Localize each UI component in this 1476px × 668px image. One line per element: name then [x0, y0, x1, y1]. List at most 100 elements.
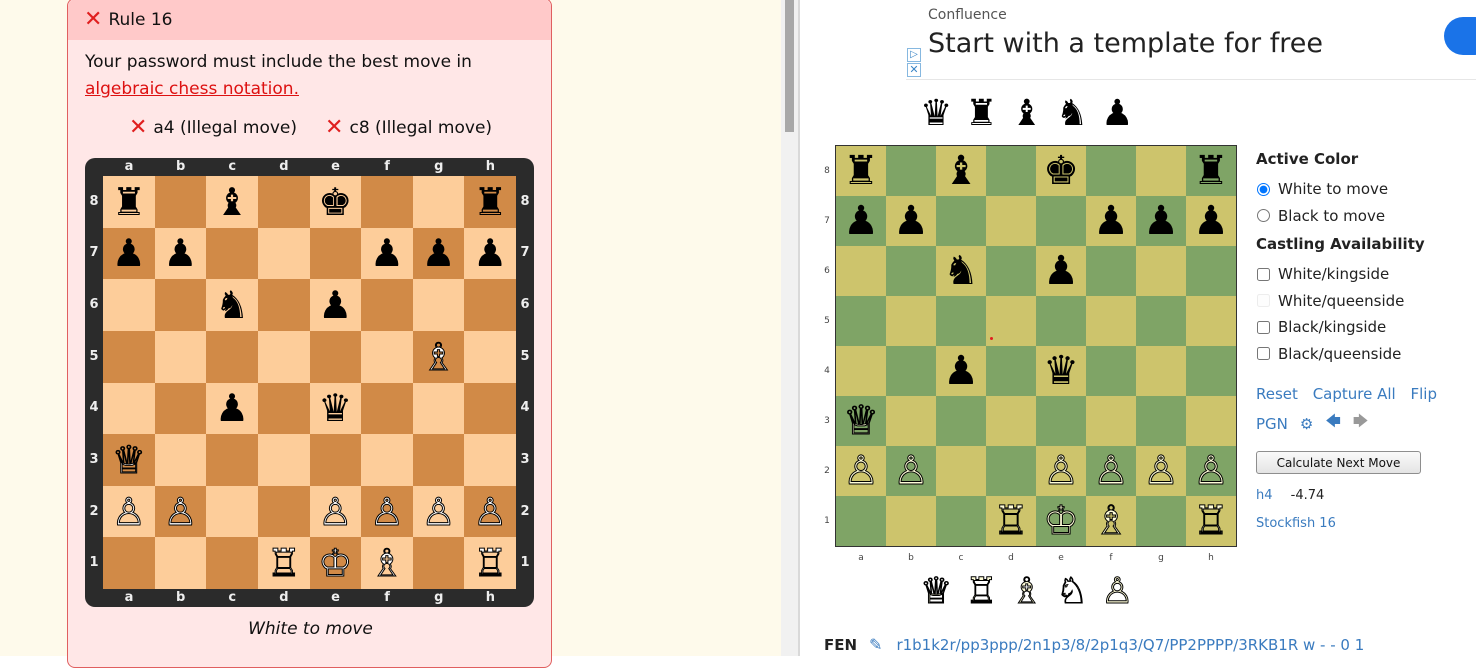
editor-square-a4[interactable] [836, 346, 886, 396]
editor-square-h8[interactable]: ♜ [1186, 146, 1236, 196]
square-h7[interactable]: ♟ [464, 227, 516, 280]
captured-piece-icon[interactable]: ♕ [919, 573, 952, 610]
editor-square-e1[interactable]: ♔ [1036, 496, 1086, 546]
captured-piece-icon[interactable]: ♜ [965, 96, 997, 132]
chess-piece-icon[interactable]: ♙ [1043, 451, 1080, 492]
square-a8[interactable]: ♜ [103, 176, 155, 228]
square-g6[interactable] [412, 279, 465, 331]
editor-square-d6[interactable] [986, 246, 1036, 296]
square-e8[interactable]: ♚ [309, 176, 362, 228]
square-h5[interactable] [464, 330, 516, 383]
editor-square-h3[interactable] [1186, 396, 1236, 446]
captured-piece-icon[interactable]: ♟ [1101, 96, 1133, 132]
editor-board[interactable]: ♜ ♝ ♚ ♜ ♟ ♟ ♟ ♟ ♟ ♞ ♟ ♟ ♛ ♕ ♙ ♙ ♙ ♙ ♙ ♙ ♖ ♔ ♗ ♖ [835, 145, 1237, 547]
square-f5[interactable] [361, 330, 413, 383]
captured-piece-icon[interactable]: ♙ [1101, 573, 1134, 610]
engine-best-move[interactable]: h4 [1256, 488, 1273, 503]
chess-piece-icon[interactable]: ♚ [1043, 151, 1079, 191]
square-f8[interactable] [361, 176, 413, 228]
square-a4[interactable] [103, 382, 155, 435]
square-d6[interactable] [257, 279, 310, 331]
square-d4[interactable] [257, 382, 310, 435]
square-d5[interactable] [257, 330, 310, 383]
square-f2[interactable]: ♙ [361, 485, 413, 538]
editor-square-g1[interactable] [1136, 496, 1186, 546]
square-g2[interactable]: ♙ [412, 485, 465, 538]
square-h3[interactable] [464, 434, 516, 486]
editor-square-a3[interactable]: ♕ [836, 396, 886, 446]
square-a1[interactable] [103, 537, 155, 589]
editor-square-b8[interactable] [886, 146, 936, 196]
square-c2[interactable] [206, 485, 258, 538]
editor-square-c8[interactable]: ♝ [936, 146, 986, 196]
chess-piece-icon[interactable]: ♟ [215, 389, 249, 427]
square-e7[interactable] [309, 227, 362, 280]
square-e5[interactable] [309, 330, 362, 383]
chess-piece-icon[interactable]: ♟ [1093, 201, 1129, 241]
chess-piece-icon[interactable]: ♞ [943, 251, 979, 291]
editor-square-a1[interactable] [836, 496, 886, 546]
editor-square-d7[interactable] [986, 196, 1036, 246]
square-e3[interactable] [309, 434, 362, 486]
white-to-move-radio[interactable] [1257, 182, 1270, 196]
chess-piece-icon[interactable]: ♖ [1193, 501, 1230, 542]
chess-piece-icon[interactable]: ♕ [111, 440, 146, 479]
chess-piece-icon[interactable]: ♙ [421, 492, 456, 531]
castling-checkbox[interactable] [1257, 267, 1270, 281]
editor-square-g6[interactable] [1136, 246, 1186, 296]
ad-close-icon[interactable]: ✕ [907, 63, 921, 77]
chess-piece-icon[interactable]: ♙ [369, 492, 404, 531]
editor-square-f8[interactable] [1086, 146, 1136, 196]
editor-square-e7[interactable] [1036, 196, 1086, 246]
square-d2[interactable] [257, 485, 310, 538]
editor-square-b7[interactable]: ♟ [886, 196, 936, 246]
editor-square-b5[interactable] [886, 296, 936, 346]
chess-piece-icon[interactable]: ♟ [473, 234, 507, 272]
castling-option[interactable]: Black/queenside [1256, 341, 1476, 368]
square-e4[interactable]: ♛ [309, 382, 362, 435]
editor-square-a5[interactable] [836, 296, 886, 346]
chess-piece-icon[interactable]: ♖ [473, 544, 508, 583]
square-h8[interactable]: ♜ [464, 176, 516, 228]
editor-square-g3[interactable] [1136, 396, 1186, 446]
chess-piece-icon[interactable]: ♕ [843, 401, 880, 442]
square-a2[interactable]: ♙ [103, 485, 155, 538]
square-c5[interactable] [206, 330, 258, 383]
captured-piece-icon[interactable]: ♘ [1055, 573, 1088, 610]
square-c1[interactable] [206, 537, 258, 589]
castling-checkbox[interactable] [1257, 320, 1270, 334]
chess-piece-icon[interactable]: ♜ [843, 151, 879, 191]
editor-square-h1[interactable]: ♖ [1186, 496, 1236, 546]
ad-banner[interactable]: ▷ ✕ Confluence Start with a template for… [906, 0, 1476, 80]
square-g3[interactable] [412, 434, 465, 486]
editor-square-e4[interactable]: ♛ [1036, 346, 1086, 396]
editor-square-g8[interactable] [1136, 146, 1186, 196]
editor-square-f1[interactable]: ♗ [1086, 496, 1136, 546]
chess-piece-icon[interactable]: ♟ [422, 234, 456, 272]
fen-value[interactable]: r1b1k2r/pp3ppp/2n1p3/8/2p1q3/Q7/PP2PPPP/… [896, 636, 1364, 654]
editor-square-c6[interactable]: ♞ [936, 246, 986, 296]
editor-square-b2[interactable]: ♙ [886, 446, 936, 496]
square-b6[interactable] [154, 279, 207, 331]
editor-square-f6[interactable] [1086, 246, 1136, 296]
editor-square-e6[interactable]: ♟ [1036, 246, 1086, 296]
ad-info-icon[interactable]: ▷ [907, 48, 921, 62]
back-arrow-icon[interactable]: 🡄 [1325, 411, 1341, 436]
forward-arrow-icon[interactable]: 🡆 [1353, 411, 1369, 436]
editor-square-a7[interactable]: ♟ [836, 196, 886, 246]
square-a6[interactable] [103, 279, 155, 331]
editor-square-c2[interactable] [936, 446, 986, 496]
square-b7[interactable]: ♟ [154, 227, 207, 280]
editor-square-b1[interactable] [886, 496, 936, 546]
chess-piece-icon[interactable]: ♗ [1093, 501, 1130, 542]
chess-piece-icon[interactable]: ♙ [111, 492, 146, 531]
editor-square-g4[interactable] [1136, 346, 1186, 396]
chess-piece-icon[interactable]: ♔ [318, 544, 353, 583]
editor-square-c3[interactable] [936, 396, 986, 446]
square-a3[interactable]: ♕ [103, 434, 155, 486]
chess-piece-icon[interactable]: ♜ [1193, 151, 1229, 191]
editor-square-f5[interactable] [1086, 296, 1136, 346]
white-to-move-option[interactable]: White to move [1256, 176, 1476, 203]
chess-piece-icon[interactable]: ♚ [318, 183, 352, 221]
square-c3[interactable] [206, 434, 258, 486]
